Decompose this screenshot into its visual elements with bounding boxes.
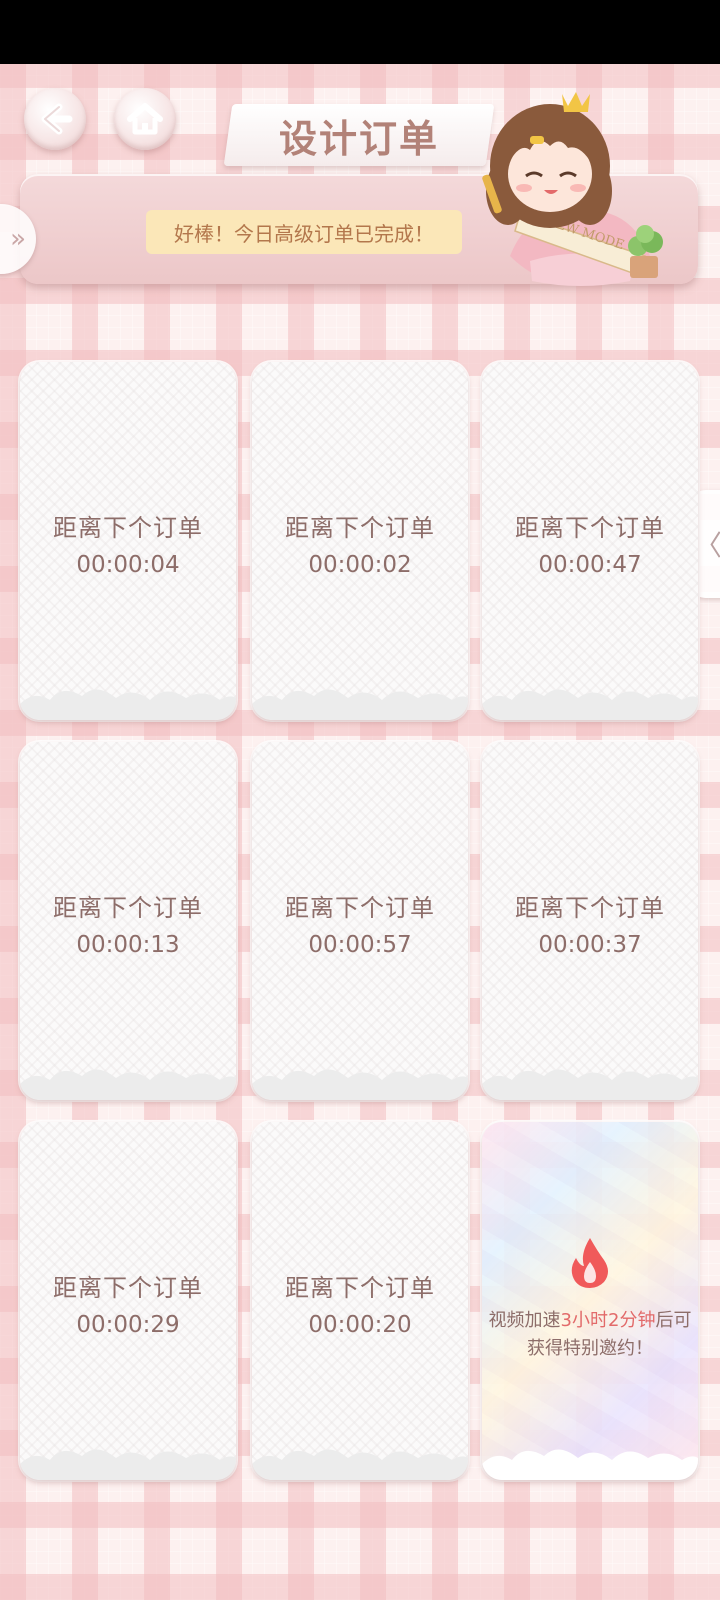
order-label: 距离下个订单 bbox=[515, 894, 665, 922]
order-timer: 00:00:13 bbox=[76, 932, 180, 958]
order-label: 距离下个订单 bbox=[53, 1274, 203, 1302]
order-label: 距离下个订单 bbox=[53, 894, 203, 922]
order-card[interactable]: 距离下个订单 00:00:20 bbox=[252, 1122, 468, 1480]
cloud-decoration bbox=[252, 1449, 468, 1480]
speedup-duration: 3小时2分钟 bbox=[560, 1310, 656, 1331]
order-timer: 00:00:02 bbox=[308, 552, 412, 578]
notice-message: 好棒！今日高级订单已完成！ bbox=[146, 210, 462, 254]
video-speedup-card[interactable]: 视频加速3小时2分钟后可 获得特别邀约！ bbox=[482, 1122, 698, 1480]
cloud-decoration bbox=[482, 1449, 698, 1480]
order-label: 距离下个订单 bbox=[515, 514, 665, 542]
cloud-decoration bbox=[482, 689, 698, 720]
home-button[interactable] bbox=[114, 88, 176, 150]
back-button[interactable] bbox=[24, 88, 86, 150]
order-card[interactable]: 距离下个订单 00:00:13 bbox=[20, 742, 236, 1100]
special-invite-text: 获得特别邀约！ bbox=[527, 1338, 653, 1359]
cloud-decoration bbox=[252, 1069, 468, 1100]
double-chevron-right-icon: » bbox=[10, 224, 26, 254]
order-card[interactable]: 距离下个订单 00:00:29 bbox=[20, 1122, 236, 1480]
order-label: 距离下个订单 bbox=[285, 514, 435, 542]
order-timer: 00:00:29 bbox=[76, 1312, 180, 1338]
page-title: 设计订单 bbox=[278, 115, 439, 161]
cloud-decoration bbox=[252, 689, 468, 720]
status-bar bbox=[0, 0, 720, 64]
cloud-decoration bbox=[20, 689, 236, 720]
order-timer: 00:00:57 bbox=[308, 932, 412, 958]
order-timer: 00:00:04 bbox=[76, 552, 180, 578]
speedup-text: 视频加速3小时2分钟后可 bbox=[488, 1310, 692, 1331]
order-card[interactable]: 距离下个订单 00:00:04 bbox=[20, 362, 236, 720]
order-timer: 00:00:47 bbox=[538, 552, 642, 578]
cloud-decoration bbox=[20, 1069, 236, 1100]
order-card[interactable]: 距离下个订单 00:00:47 bbox=[482, 362, 698, 720]
flame-icon bbox=[571, 1238, 608, 1288]
order-timer: 00:00:20 bbox=[308, 1312, 412, 1338]
order-label: 距离下个订单 bbox=[285, 1274, 435, 1302]
order-label: 距离下个订单 bbox=[53, 514, 203, 542]
order-card[interactable]: 距离下个订单 00:00:37 bbox=[482, 742, 698, 1100]
order-timer: 00:00:37 bbox=[538, 932, 642, 958]
back-arrow-icon bbox=[41, 103, 73, 135]
cloud-decoration bbox=[20, 1449, 236, 1480]
order-card[interactable]: 距离下个订单 00:00:57 bbox=[252, 742, 468, 1100]
mascot-girl-icon: NEW MODE bbox=[482, 92, 663, 286]
order-card[interactable]: 距离下个订单 00:00:02 bbox=[252, 362, 468, 720]
order-label: 距离下个订单 bbox=[285, 894, 435, 922]
home-icon bbox=[127, 103, 163, 135]
cloud-decoration bbox=[482, 1069, 698, 1100]
